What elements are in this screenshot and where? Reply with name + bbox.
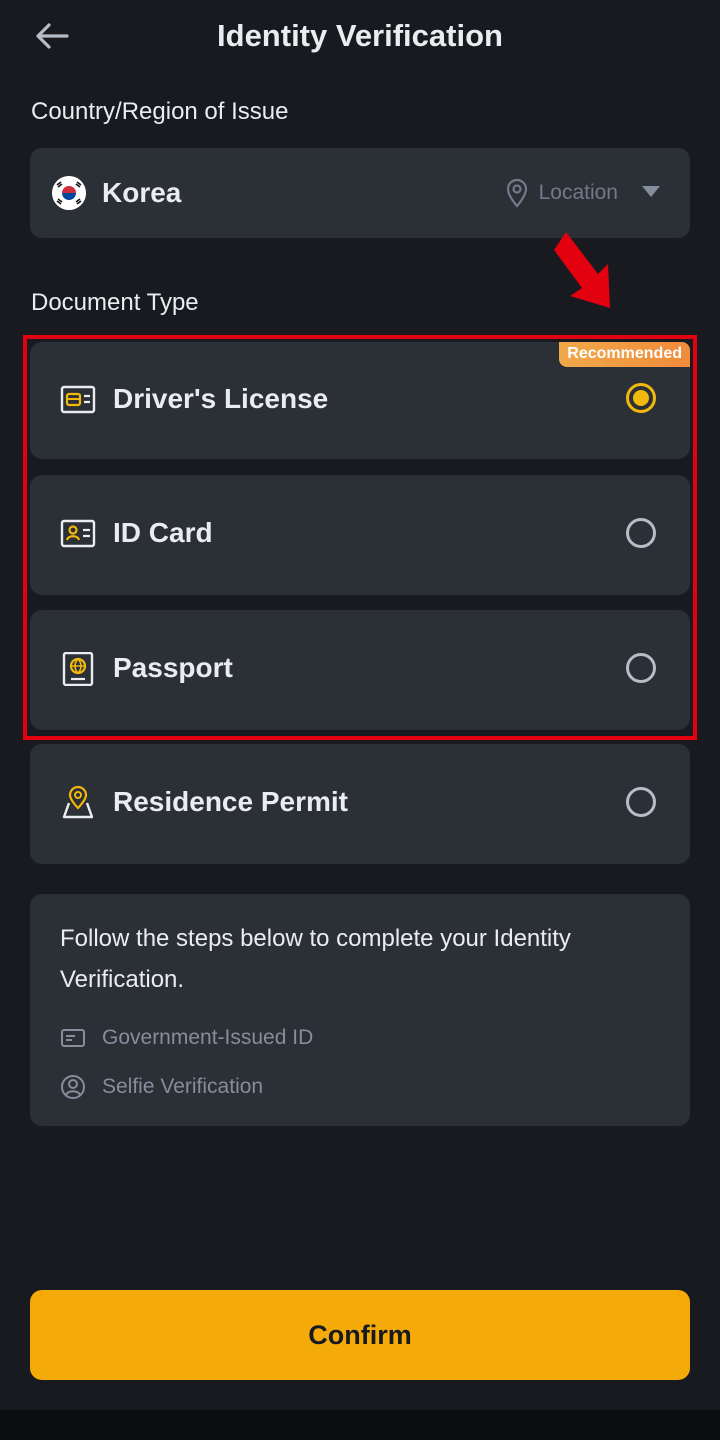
id-card-icon <box>60 519 96 548</box>
user-circle-icon <box>61 1075 85 1099</box>
bottom-bar <box>0 1410 720 1440</box>
identity-verification-screen: Identity Verification Country/Region of … <box>0 0 720 1440</box>
country-name: Korea <box>102 177 182 208</box>
doc-option-label: ID Card <box>113 517 213 548</box>
location-pin-icon <box>506 178 527 208</box>
doc-option-drivers-license[interactable]: Recommended Driver's License <box>30 342 690 459</box>
residence-permit-icon <box>62 786 94 819</box>
doc-option-passport[interactable]: Passport <box>30 610 690 730</box>
radio-drivers-license[interactable] <box>626 383 656 413</box>
country-select[interactable]: Korea Location <box>30 148 690 238</box>
korea-flag-icon <box>52 176 86 210</box>
doc-option-label: Driver's License <box>113 383 329 414</box>
doc-option-label: Residence Permit <box>113 786 348 817</box>
radio-id-card[interactable] <box>626 518 656 548</box>
annotation-arrow-icon <box>554 232 610 308</box>
doc-option-label: Passport <box>113 652 233 683</box>
passport-icon <box>62 652 94 686</box>
step-government-id: Government-Issued ID <box>60 1026 313 1050</box>
confirm-button[interactable]: Confirm <box>30 1290 690 1380</box>
info-card: Follow the steps below to complete your … <box>30 894 690 1126</box>
header: Identity Verification <box>0 0 720 76</box>
chevron-down-icon <box>642 186 660 197</box>
location-label: Location <box>538 181 618 204</box>
country-section-label: Country/Region of Issue <box>31 98 289 125</box>
doc-option-id-card[interactable]: ID Card <box>30 475 690 595</box>
page-title: Identity Verification <box>217 18 503 53</box>
radio-residence-permit[interactable] <box>626 787 656 817</box>
recommended-badge: Recommended <box>559 342 690 367</box>
doc-option-residence-permit[interactable]: Residence Permit <box>30 744 690 864</box>
location-indicator[interactable]: Location <box>505 178 618 208</box>
step-selfie: Selfie Verification <box>60 1074 263 1100</box>
id-card-outline-icon <box>61 1029 85 1047</box>
document-type-label: Document Type <box>31 289 199 316</box>
step-label: Government-Issued ID <box>102 1026 314 1049</box>
drivers-license-icon <box>60 385 96 414</box>
radio-passport[interactable] <box>626 653 656 683</box>
step-label: Selfie Verification <box>102 1075 264 1098</box>
info-text: Follow the steps below to complete your … <box>60 925 571 993</box>
